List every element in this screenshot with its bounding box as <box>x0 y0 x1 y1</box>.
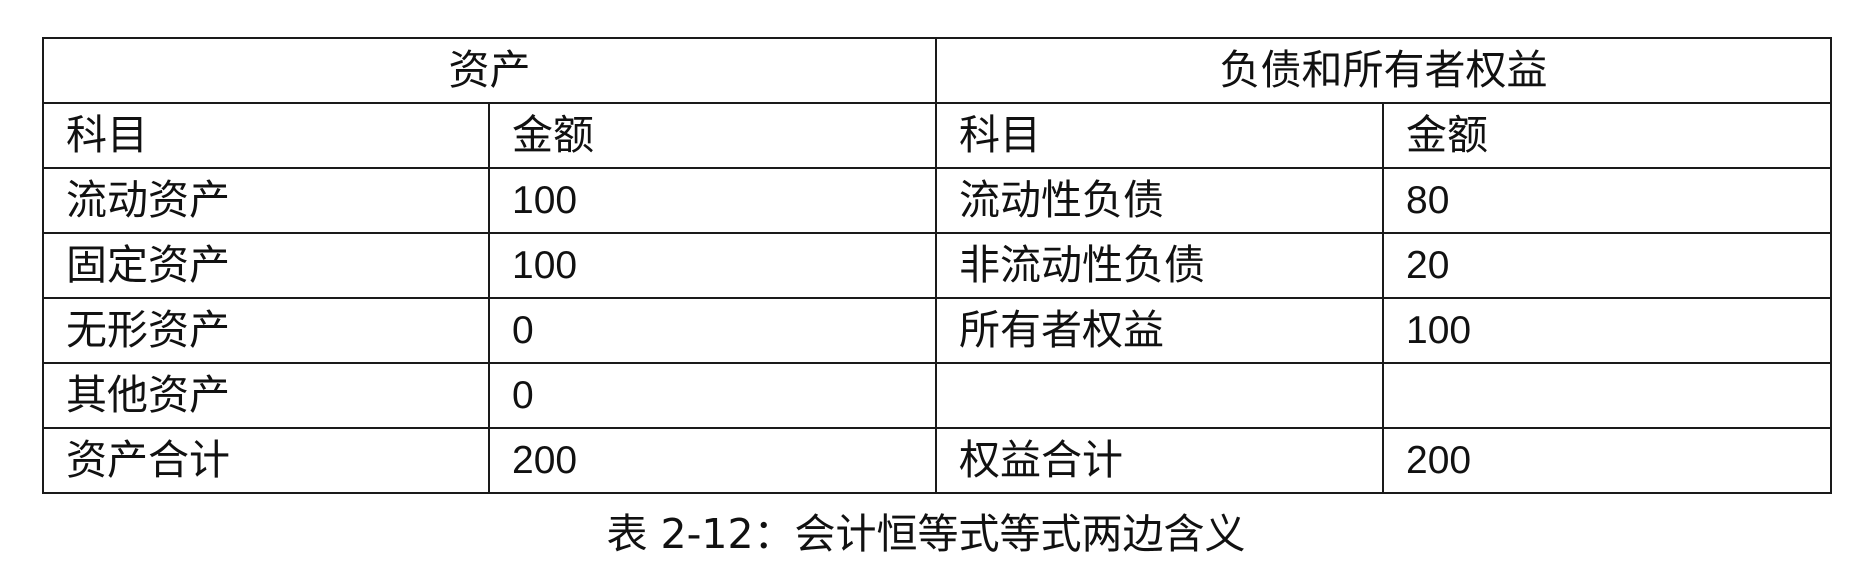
table-cell: 0 <box>488 362 937 429</box>
table-cell: 权益合计 <box>935 427 1384 494</box>
balance-table-container: 资产 负债和所有者权益 科目 金额 科目 金额 流动资产 100 流动性负债 8… <box>42 37 1832 494</box>
table-cell: 流动性负债 <box>935 167 1384 234</box>
group-header-assets: 资产 <box>42 37 937 104</box>
table-row-total: 资产合计 200 权益合计 200 <box>42 427 1832 494</box>
column-header-item: 科目 <box>935 102 1384 169</box>
balance-table: 资产 负债和所有者权益 科目 金额 科目 金额 流动资产 100 流动性负债 8… <box>42 37 1832 494</box>
table-row: 流动资产 100 流动性负债 80 <box>42 167 1832 234</box>
table-row: 其他资产 0 <box>42 362 1832 429</box>
table-cell: 流动资产 <box>42 167 490 234</box>
table-row: 无形资产 0 所有者权益 100 <box>42 297 1832 364</box>
table-cell: 100 <box>488 232 937 299</box>
table-cell: 200 <box>488 427 937 494</box>
table-cell: 资产合计 <box>42 427 490 494</box>
table-cell: 非流动性负债 <box>935 232 1384 299</box>
column-header-amount: 金额 <box>488 102 937 169</box>
column-header-row: 科目 金额 科目 金额 <box>42 102 1832 169</box>
table-row: 固定资产 100 非流动性负债 20 <box>42 232 1832 299</box>
table-cell: 所有者权益 <box>935 297 1384 364</box>
table-cell: 固定资产 <box>42 232 490 299</box>
column-header-item: 科目 <box>42 102 490 169</box>
table-cell: 100 <box>1382 297 1832 364</box>
table-cell <box>1382 362 1832 429</box>
group-header-row: 资产 负债和所有者权益 <box>42 37 1832 104</box>
group-header-liabilities-equity: 负债和所有者权益 <box>935 37 1832 104</box>
table-cell: 80 <box>1382 167 1832 234</box>
table-cell: 100 <box>488 167 937 234</box>
table-cell: 0 <box>488 297 937 364</box>
table-cell: 其他资产 <box>42 362 490 429</box>
table-cell <box>935 362 1384 429</box>
table-cell: 20 <box>1382 232 1832 299</box>
column-header-amount: 金额 <box>1382 102 1832 169</box>
table-caption: 表 2-12：会计恒等式等式两边含义 <box>606 510 1246 558</box>
table-cell: 无形资产 <box>42 297 490 364</box>
table-cell: 200 <box>1382 427 1832 494</box>
